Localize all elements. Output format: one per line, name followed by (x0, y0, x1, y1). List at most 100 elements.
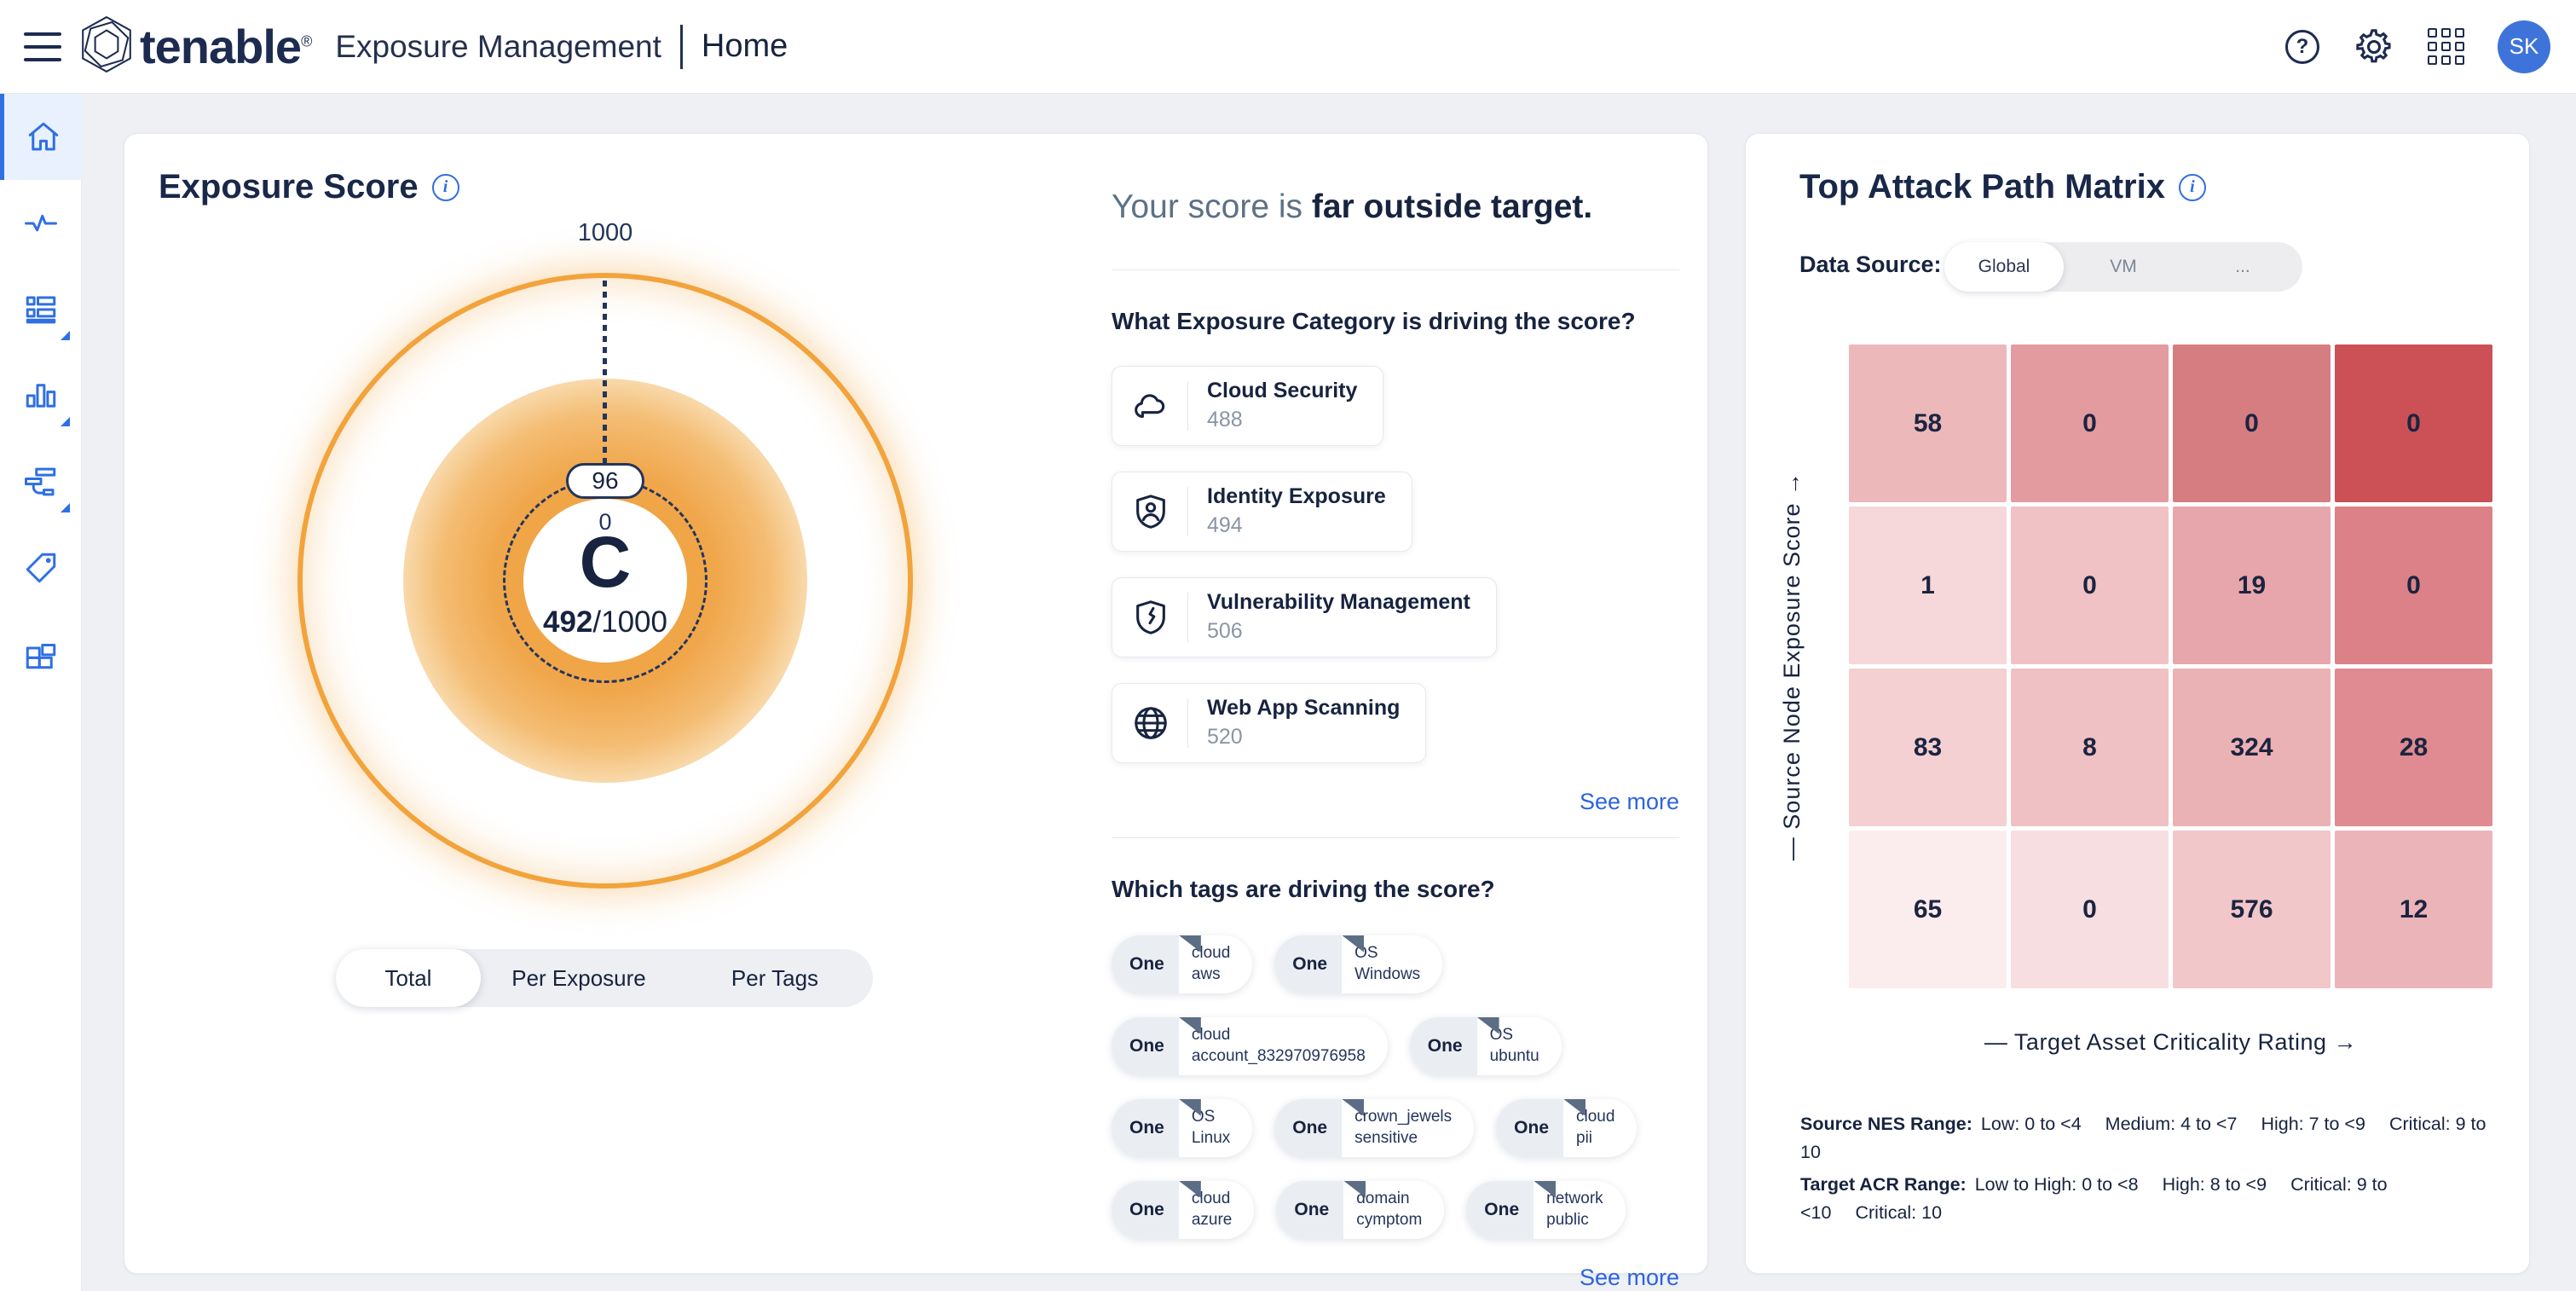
matrix-y-axis-label: — Source Node Exposure Score → (1758, 344, 1826, 988)
attack-path-matrix-card: Top Attack Path Matrix i Data Source: Gl… (1745, 133, 2530, 1274)
matrix-x-axis-label: — Target Asset Criticality Rating → (1849, 1029, 2492, 1056)
tag-chip-os-windows[interactable]: One OS Windows (1274, 935, 1442, 993)
matrix-cell[interactable]: 0 (2011, 507, 2169, 664)
tab-total[interactable]: Total (336, 949, 481, 1007)
gear-icon (2354, 27, 2394, 67)
home-icon (26, 119, 61, 155)
tag-badge: One (1112, 935, 1179, 993)
gauge-grade: C (520, 526, 690, 598)
category-value: 520 (1207, 725, 1400, 750)
gauge-view-tabs: Total Per Exposure Per Tags (336, 949, 873, 1007)
apps-button[interactable] (2426, 27, 2465, 67)
data-source-option-global[interactable]: Global (1944, 242, 2064, 292)
see-more-tags-link[interactable]: See more (1112, 1265, 1679, 1291)
category-label: Cloud Security (1207, 379, 1357, 403)
expand-triangle-icon (61, 503, 70, 512)
tag-badge: One (1274, 1099, 1342, 1157)
attack-path-icon (23, 464, 59, 500)
data-source-row: Data Source: Global VM ... (1799, 242, 2498, 292)
sidebar-item-activity[interactable] (0, 180, 82, 266)
matrix-cell[interactable]: 1 (1849, 507, 2007, 664)
data-source-toggle: Global VM ... (1944, 242, 2302, 292)
matrix-cell[interactable]: 19 (2173, 507, 2331, 664)
legend-source-nes: Source NES Range:Low: 0 to <4Medium: 4 t… (1800, 1110, 2494, 1167)
divider (1187, 381, 1188, 431)
tab-per-exposure[interactable]: Per Exposure (481, 949, 677, 1007)
sidebar (0, 94, 82, 1291)
matrix-cell[interactable]: 0 (2011, 344, 2169, 502)
category-card-identity-exposure[interactable]: Identity Exposure 494 (1112, 472, 1412, 552)
data-source-option-more[interactable]: ... (2183, 242, 2302, 292)
divider (1187, 593, 1188, 642)
matrix-cell[interactable]: 28 (2335, 669, 2492, 826)
tag-chip-os-linux[interactable]: One OS Linux (1112, 1099, 1252, 1157)
product-name: Exposure Management (335, 29, 661, 65)
see-more-categories-link[interactable]: See more (1112, 789, 1679, 815)
matrix-cell[interactable]: 58 (1849, 344, 2007, 502)
divider (1187, 698, 1188, 748)
matrix-cell[interactable]: 8 (2011, 669, 2169, 826)
category-label: Web App Scanning (1207, 696, 1400, 721)
sidebar-item-tags[interactable] (0, 524, 82, 611)
tenable-logo-icon (78, 14, 135, 78)
matrix-cell[interactable]: 324 (2173, 669, 2331, 826)
activity-icon (23, 206, 59, 241)
expand-triangle-icon (61, 331, 70, 340)
sidebar-item-dashboards[interactable] (0, 611, 82, 697)
tag-chip-cloud-pii[interactable]: One cloud pii (1496, 1099, 1637, 1157)
tag-chip-cloud-aws[interactable]: One cloud aws (1112, 935, 1252, 993)
matrix-cell[interactable]: 0 (2335, 344, 2492, 502)
sidebar-item-analytics[interactable] (0, 352, 82, 438)
matrix-cell[interactable]: 0 (2335, 507, 2492, 664)
help-button[interactable]: ? (2283, 27, 2322, 67)
expand-triangle-icon (61, 417, 70, 426)
dashboards-icon (23, 636, 59, 672)
globe-icon (1131, 703, 1170, 743)
title-separator (680, 25, 683, 69)
sidebar-item-attack-path[interactable] (0, 438, 82, 524)
tag-badge: One (1274, 935, 1342, 993)
top-bar: tenable® Exposure Management Home ? SK (0, 0, 2576, 94)
matrix-cell[interactable]: 576 (2173, 831, 2331, 988)
score-status: Your score is far outside target. (1112, 187, 1679, 229)
exposure-score-card: Exposure Score i 1000 96 0 C 492/1000 To… (124, 133, 1708, 1274)
tag-icon (23, 550, 59, 586)
settings-button[interactable] (2354, 27, 2394, 67)
category-card-cloud-security[interactable]: Cloud Security 488 (1112, 366, 1383, 446)
tag-chip-cloud-account[interactable]: One cloud account_832970976958 (1112, 1017, 1388, 1075)
menu-icon[interactable] (24, 32, 61, 61)
category-label: Identity Exposure (1207, 484, 1386, 509)
matrix-cell[interactable]: 65 (1849, 831, 2007, 988)
matrix-cell[interactable]: 0 (2011, 831, 2169, 988)
analytics-icon (23, 378, 59, 414)
data-source-option-vm[interactable]: VM (2064, 242, 2183, 292)
sidebar-item-inventory[interactable] (0, 266, 82, 352)
category-card-vulnerability-management[interactable]: Vulnerability Management 506 (1112, 577, 1497, 657)
matrix-cell[interactable]: 0 (2173, 344, 2331, 502)
tag-chip-os-ubuntu[interactable]: One OS ubuntu (1410, 1017, 1562, 1075)
apps-grid-icon (2428, 28, 2464, 65)
tag-chip-crown-jewels-sensitive[interactable]: One crown_jewels sensitive (1274, 1099, 1474, 1157)
sidebar-item-home[interactable] (0, 94, 82, 180)
info-icon[interactable]: i (2179, 174, 2206, 201)
exposure-gauge: 1000 96 0 C 492/1000 (124, 134, 1088, 1275)
gauge-dotted-line (603, 281, 607, 463)
matrix-cell[interactable]: 83 (1849, 669, 2007, 826)
tag-badge: One (1112, 1099, 1179, 1157)
category-value: 494 (1207, 513, 1386, 538)
divider (1187, 487, 1188, 536)
tag-badge: One (1112, 1017, 1179, 1075)
gauge-marker-pill: 96 (566, 463, 644, 499)
tab-per-tags[interactable]: Per Tags (677, 949, 873, 1007)
tag-chip-network-public[interactable]: One network public (1466, 1181, 1625, 1239)
tag-badge: One (1496, 1099, 1563, 1157)
page-title: Home (702, 28, 788, 65)
category-card-web-app-scanning[interactable]: Web App Scanning 520 (1112, 683, 1426, 763)
tag-chip-domain-cymptom[interactable]: One domain cymptom (1276, 1181, 1444, 1239)
user-avatar[interactable]: SK (2498, 20, 2550, 73)
category-cards: Cloud Security 488 Identity Exposure 494… (1112, 366, 1679, 763)
tag-chip-cloud-azure[interactable]: One cloud azure (1112, 1181, 1254, 1239)
matrix-cell[interactable]: 12 (2335, 831, 2492, 988)
identity-icon (1131, 492, 1170, 531)
attack-path-matrix-grid: 58 0 0 0 1 0 19 0 83 8 324 28 65 0 576 1… (1849, 344, 2492, 988)
